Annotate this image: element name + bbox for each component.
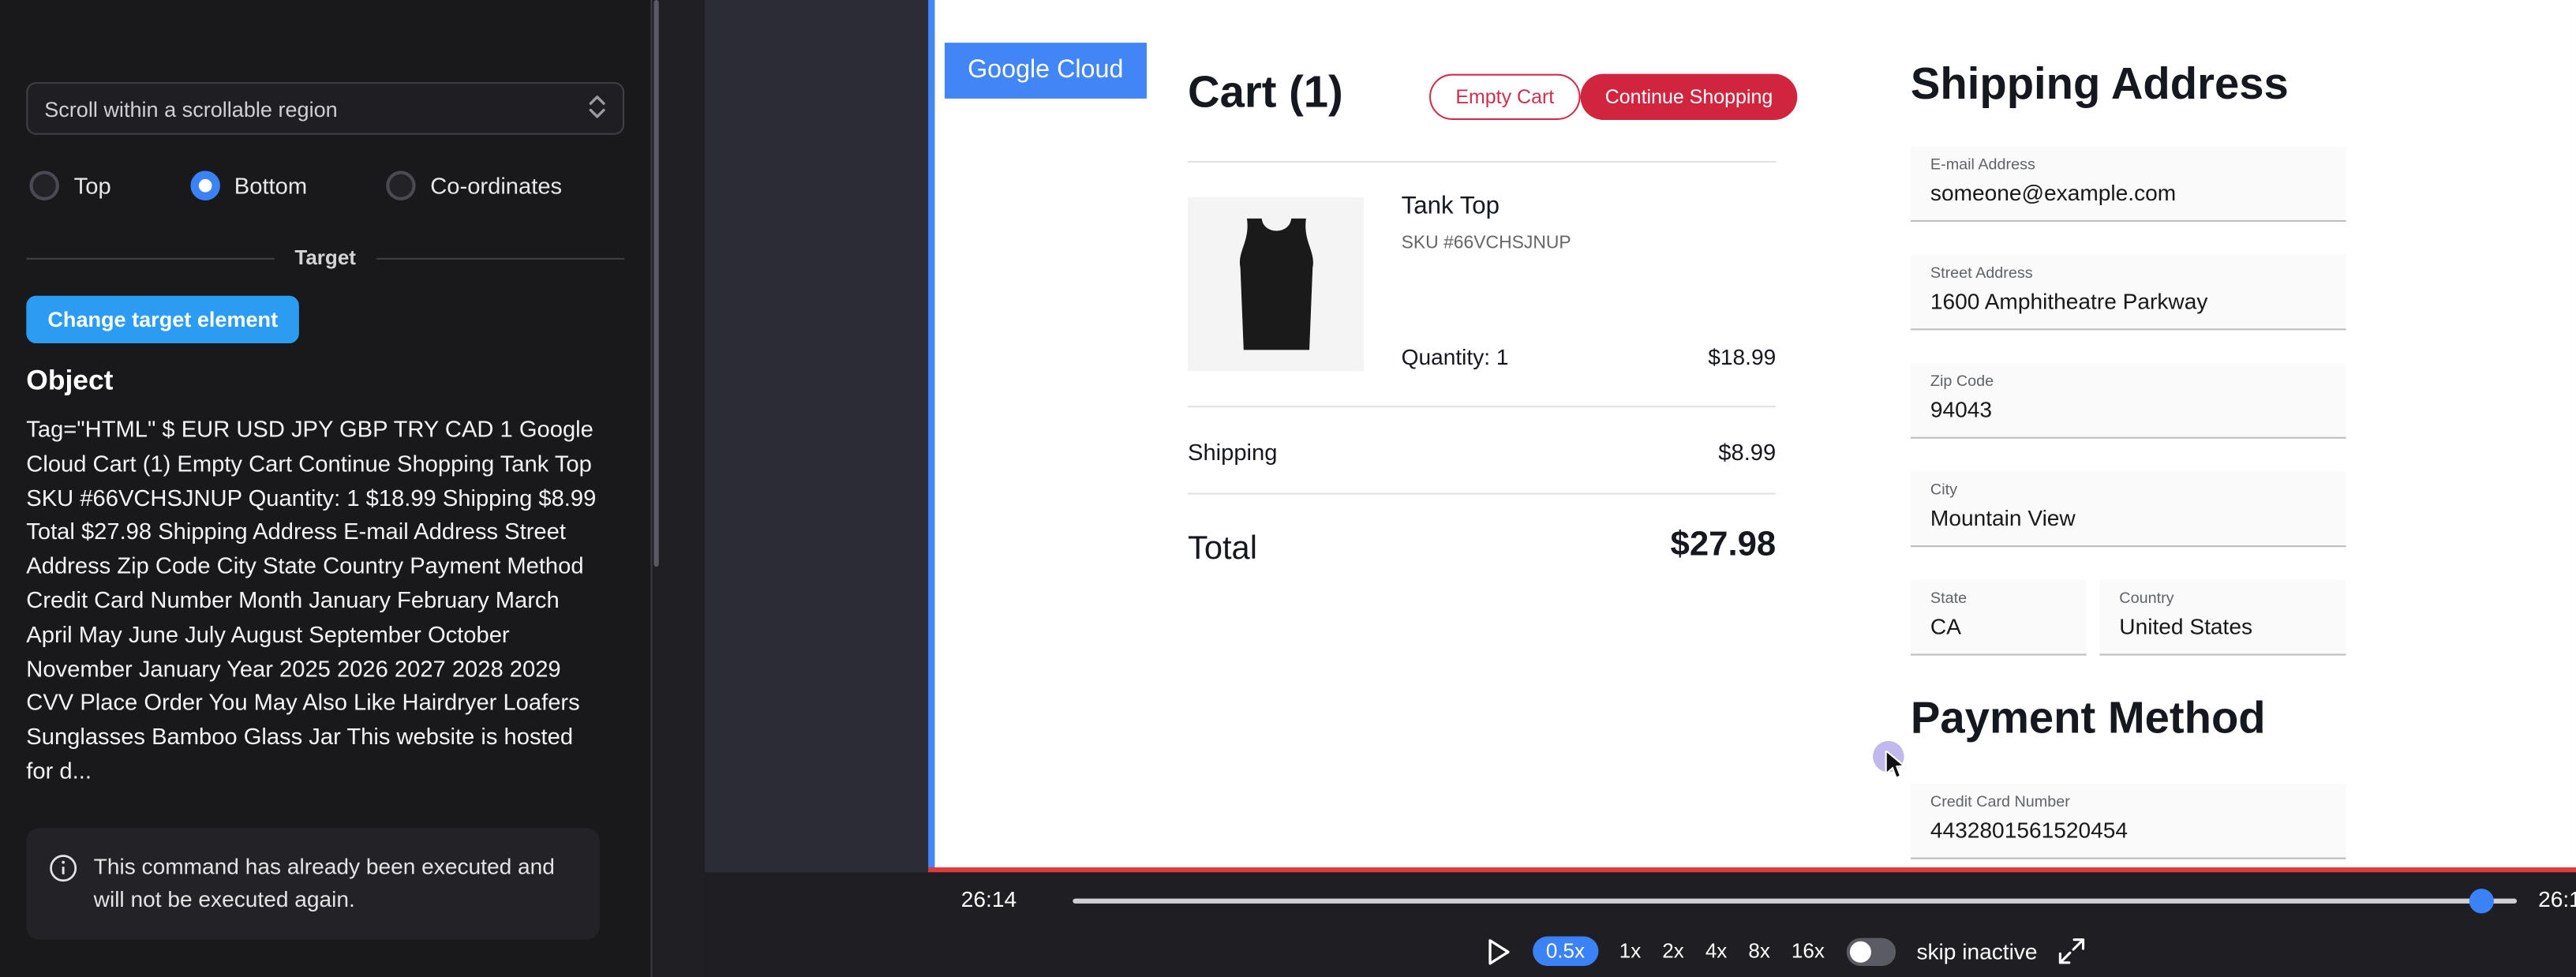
- divider: [1188, 492, 1776, 494]
- item-name: Tank Top: [1402, 193, 1500, 220]
- field-label: Street Address: [1930, 264, 2327, 283]
- skip-inactive-label: skip inactive: [1916, 939, 2037, 964]
- skip-inactive-toggle[interactable]: [1846, 938, 1895, 965]
- empty-cart-button[interactable]: Empty Cart: [1429, 74, 1581, 120]
- item-sku: SKU #66VCHSJNUP: [1402, 234, 1571, 253]
- country-field[interactable]: Country United States: [2099, 580, 2346, 656]
- play-icon: [1487, 938, 1511, 965]
- action-select-value: Scroll within a scrollable region: [44, 96, 338, 121]
- timeline-track[interactable]: [1073, 899, 2517, 904]
- executed-notice: This command has already been executed a…: [26, 828, 599, 940]
- radio-icon: [386, 170, 415, 200]
- replay-stage: Google Cloud Cart (1) Empty Cart Continu…: [705, 0, 2576, 872]
- scroll-mode-label: Top: [74, 173, 111, 199]
- field-label: City: [1930, 481, 2327, 500]
- scrollbar-thumb[interactable]: [653, 0, 658, 567]
- info-icon: [49, 854, 77, 882]
- divider: [1188, 406, 1776, 407]
- field-value: Mountain View: [1930, 506, 2327, 530]
- scroll-mode-label: Bottom: [234, 173, 307, 199]
- action-select[interactable]: Scroll within a scrollable region: [26, 82, 624, 135]
- field-label: E-mail Address: [1930, 156, 2327, 174]
- end-time: 26:1: [2538, 887, 2576, 911]
- speed-4x-button[interactable]: 4x: [1705, 940, 1727, 963]
- speed-8x-button[interactable]: 8x: [1748, 940, 1769, 963]
- current-time: 26:14: [961, 887, 1017, 911]
- field-value: someone@example.com: [1930, 181, 2327, 205]
- playback-controls: 0.5x 1x 2x 4x 8x 16x skip inactive: [1487, 933, 2085, 969]
- field-value: United States: [2119, 615, 2326, 639]
- panel-scrollbar[interactable]: [650, 0, 705, 977]
- scroll-mode-coordinates[interactable]: Co-ordinates: [386, 170, 562, 200]
- state-field[interactable]: State CA: [1911, 580, 2087, 656]
- toggle-knob: [1849, 941, 1870, 962]
- scroll-mode-top[interactable]: Top: [29, 170, 110, 200]
- target-section-label: Target: [294, 246, 356, 269]
- fullscreen-button[interactable]: [2059, 938, 2085, 964]
- fullscreen-icon: [2059, 938, 2085, 964]
- speed-0-5x-button[interactable]: 0.5x: [1533, 937, 1598, 966]
- payment-method-heading: Payment Method: [1911, 693, 2266, 744]
- city-field[interactable]: City Mountain View: [1911, 471, 2346, 547]
- field-value: 4432801561520454: [1930, 818, 2327, 843]
- field-label: Credit Card Number: [1930, 793, 2327, 811]
- speed-16x-button[interactable]: 16x: [1792, 940, 1825, 963]
- street-address-field[interactable]: Street Address 1600 Amphitheatre Parkway: [1911, 255, 2346, 331]
- change-target-button[interactable]: Change target element: [26, 296, 299, 343]
- total-price: $27.98: [1188, 526, 1776, 565]
- replayed-webpage: Google Cloud Cart (1) Empty Cart Continu…: [934, 0, 2576, 867]
- speed-2x-button[interactable]: 2x: [1662, 940, 1683, 963]
- divider: [1188, 161, 1776, 163]
- command-panel: Scroll within a scrollable region Top Bo…: [0, 0, 650, 977]
- timeline-handle[interactable]: [2469, 889, 2494, 913]
- scroll-mode-bottom[interactable]: Bottom: [190, 170, 308, 200]
- object-description: Tag="HTML" $ EUR USD JPY GBP TRY CAD 1 G…: [26, 412, 605, 788]
- radio-icon: [29, 170, 58, 200]
- chevrons-up-down-icon: [588, 95, 606, 122]
- brand-badge[interactable]: Google Cloud: [945, 43, 1147, 99]
- field-label: State: [1930, 590, 2067, 608]
- continue-shopping-button[interactable]: Continue Shopping: [1581, 74, 1798, 120]
- timeline-slider[interactable]: [1073, 895, 2517, 904]
- credit-card-field[interactable]: Credit Card Number 4432801561520454: [1911, 784, 2346, 859]
- target-section-divider: Target: [26, 246, 624, 269]
- tank-top-image: [1233, 215, 1318, 354]
- radio-selected-icon: [190, 170, 219, 200]
- field-value: CA: [1930, 615, 2067, 639]
- field-label: Country: [2119, 590, 2326, 608]
- item-price: $18.99: [1188, 345, 1776, 369]
- field-value: 1600 Amphitheatre Parkway: [1930, 289, 2327, 313]
- player-bar: 26:14 26:1 0.5x 1x 2x 4x 8x 16x skip ina…: [705, 872, 2576, 977]
- shipping-price: $8.99: [1188, 439, 1776, 465]
- shipping-address-heading: Shipping Address: [1911, 59, 2289, 110]
- cart-title: Cart (1): [1188, 67, 1343, 118]
- scroll-mode-group: Top Bottom Co-ordinates: [29, 170, 624, 200]
- email-field[interactable]: E-mail Address someone@example.com: [1911, 146, 2346, 222]
- executed-notice-text: This command has already been executed a…: [94, 851, 577, 916]
- mouse-cursor-icon: [1885, 751, 1908, 788]
- viewport-left-edge: [928, 0, 934, 867]
- field-value: 94043: [1930, 398, 2327, 422]
- object-heading: Object: [26, 365, 624, 398]
- play-button[interactable]: [1487, 938, 1511, 965]
- session-replay-app: Scroll within a scrollable region Top Bo…: [0, 0, 2576, 977]
- field-label: Zip Code: [1930, 373, 2327, 391]
- speed-1x-button[interactable]: 1x: [1619, 940, 1641, 963]
- scroll-mode-label: Co-ordinates: [430, 173, 562, 199]
- zip-code-field[interactable]: Zip Code 94043: [1911, 363, 2346, 439]
